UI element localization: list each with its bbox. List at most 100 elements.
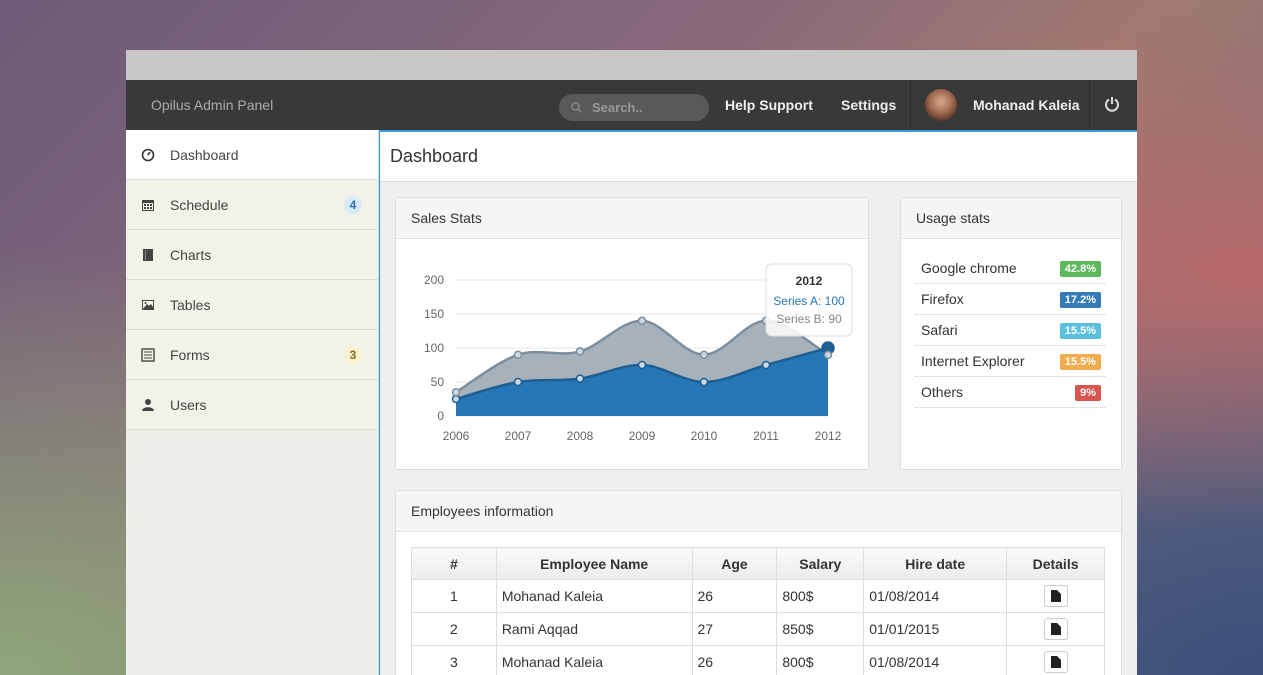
sidebar-item-charts[interactable]: Charts [126, 230, 378, 280]
avatar [925, 89, 957, 121]
data-point[interactable] [575, 347, 585, 356]
cell-salary: 850$ [776, 612, 865, 646]
power-icon[interactable] [1104, 96, 1120, 112]
employees-panel: Employees information # Employee Name Ag… [395, 490, 1122, 675]
document-icon [1050, 623, 1061, 635]
sidebar-item-forms[interactable]: Forms 3 [126, 330, 378, 380]
forms-count-badge: 3 [344, 346, 362, 364]
usage-row-others: Others 9% [915, 377, 1105, 408]
data-point[interactable] [451, 387, 461, 397]
y-tick-label: 200 [424, 273, 444, 287]
chart-tooltip: 2012 Series A: 100 Series B: 90 [765, 263, 853, 337]
cell-salary: 800$ [776, 645, 865, 675]
user-icon [142, 398, 154, 411]
data-point[interactable] [513, 377, 523, 387]
column-header[interactable]: Details [1006, 547, 1105, 580]
usage-row-safari: Safari 15.5% [915, 315, 1105, 346]
y-tick-label: 150 [424, 307, 444, 321]
usage-value: 15.5% [1059, 323, 1101, 339]
cell-age: 27 [691, 612, 778, 646]
usage-value: 17.2% [1059, 292, 1101, 308]
cell-age: 26 [691, 645, 778, 675]
data-point[interactable] [513, 350, 523, 360]
x-tick-label: 2008 [567, 429, 594, 443]
cell-name: Mohanad Kaleia [495, 645, 693, 675]
tooltip-series-b: Series B: 90 [776, 312, 842, 326]
data-point[interactable] [451, 394, 461, 404]
usage-row-ie: Internet Explorer 15.5% [915, 346, 1105, 377]
search-input[interactable]: Search.. [559, 94, 709, 121]
column-header[interactable]: Salary [776, 547, 865, 580]
employees-table: # Employee Name Age Salary Hire date Det… [411, 547, 1105, 675]
table-row: 2 Rami Aqqad 27 850$ 01/01/2015 [411, 612, 1105, 646]
book-icon [143, 248, 153, 261]
data-point[interactable] [823, 350, 833, 360]
details-button[interactable] [1043, 585, 1068, 607]
image-icon [142, 299, 154, 310]
data-point[interactable] [699, 350, 709, 360]
main-content: Dashboard Sales Stats 2006 2007 2008 2009 20… [379, 130, 1137, 675]
page-title: Dashboard [380, 132, 1137, 182]
sidebar-item-tables[interactable]: Tables [126, 280, 378, 330]
panel-title: Sales Stats [396, 198, 868, 239]
cell-hire-date: 01/08/2014 [863, 645, 1008, 675]
usage-value: 15.5% [1059, 354, 1101, 370]
usage-name: Safari [921, 322, 958, 338]
list-icon [141, 347, 155, 362]
help-support-link[interactable]: Help Support [725, 97, 813, 113]
search-icon [571, 102, 582, 113]
cell-age: 26 [691, 579, 778, 613]
x-tick-label: 2010 [691, 429, 718, 443]
cell-number: 2 [411, 612, 497, 646]
x-tick-label: 2006 [443, 429, 470, 443]
cell-details [1006, 612, 1105, 646]
sidebar: Dashboard Schedule 4 Charts Tables Forms… [126, 130, 379, 675]
sidebar-item-users[interactable]: Users [126, 380, 378, 430]
data-point[interactable] [761, 360, 771, 370]
sidebar-item-label: Dashboard [170, 146, 239, 163]
column-header[interactable]: Hire date [863, 547, 1008, 580]
usage-stats-panel: Usage stats Google chrome 42.8% Firefox … [900, 197, 1122, 470]
table-row: 3 Mohanad Kaleia 26 800$ 01/08/2014 [411, 645, 1105, 675]
column-header[interactable]: Age [691, 547, 778, 580]
x-tick-label: 2012 [815, 429, 842, 443]
usage-value: 9% [1075, 385, 1101, 401]
sidebar-item-label: Charts [170, 246, 212, 263]
y-tick-label: 100 [424, 341, 444, 355]
details-button[interactable] [1043, 651, 1068, 673]
table-row: 1 Mohanad Kaleia 26 800$ 01/08/2014 [411, 579, 1105, 613]
search-placeholder: Search.. [592, 100, 643, 115]
sidebar-item-dashboard[interactable]: Dashboard [126, 130, 378, 180]
data-point[interactable] [575, 374, 585, 383]
top-navbar: Opilus Admin Panel Search.. Help Support… [126, 80, 1137, 130]
window-titlebar [126, 50, 1137, 80]
cell-salary: 800$ [776, 579, 865, 613]
data-point[interactable] [637, 360, 647, 370]
brand-name[interactable]: Opilus Admin Panel [151, 97, 559, 113]
user-name: Mohanad Kaleia [973, 97, 1080, 113]
details-button[interactable] [1043, 618, 1068, 640]
user-menu[interactable]: Mohanad Kaleia [910, 80, 1090, 130]
cell-number: 3 [411, 645, 497, 675]
cell-name: Mohanad Kaleia [495, 579, 693, 613]
usage-name: Firefox [921, 291, 964, 307]
sales-stats-panel: Sales Stats 2006 2007 2008 2009 2010 2011 2012… [395, 197, 869, 470]
y-tick-label: 0 [437, 409, 444, 423]
document-icon [1050, 590, 1061, 602]
cell-name: Rami Aqqad [495, 612, 693, 646]
sales-chart: 2006 2007 2008 2009 2010 2011 2012 0 50 100 150 20… [424, 263, 853, 443]
y-tick-label: 50 [431, 375, 445, 389]
sidebar-item-schedule[interactable]: Schedule 4 [126, 180, 378, 230]
cell-details [1006, 579, 1105, 613]
settings-link[interactable]: Settings [841, 97, 896, 113]
usage-value: 42.8% [1059, 261, 1101, 277]
usage-name: Others [921, 384, 964, 400]
panel-title: Usage stats [901, 198, 1121, 239]
usage-row-chrome: Google chrome 42.8% [915, 253, 1105, 284]
sidebar-item-label: Forms [170, 346, 210, 363]
column-header[interactable]: # [411, 547, 497, 580]
column-header[interactable]: Employee Name [495, 547, 693, 580]
data-point[interactable] [699, 377, 709, 387]
data-point[interactable] [637, 316, 647, 326]
usage-row-firefox: Firefox 17.2% [915, 284, 1105, 315]
